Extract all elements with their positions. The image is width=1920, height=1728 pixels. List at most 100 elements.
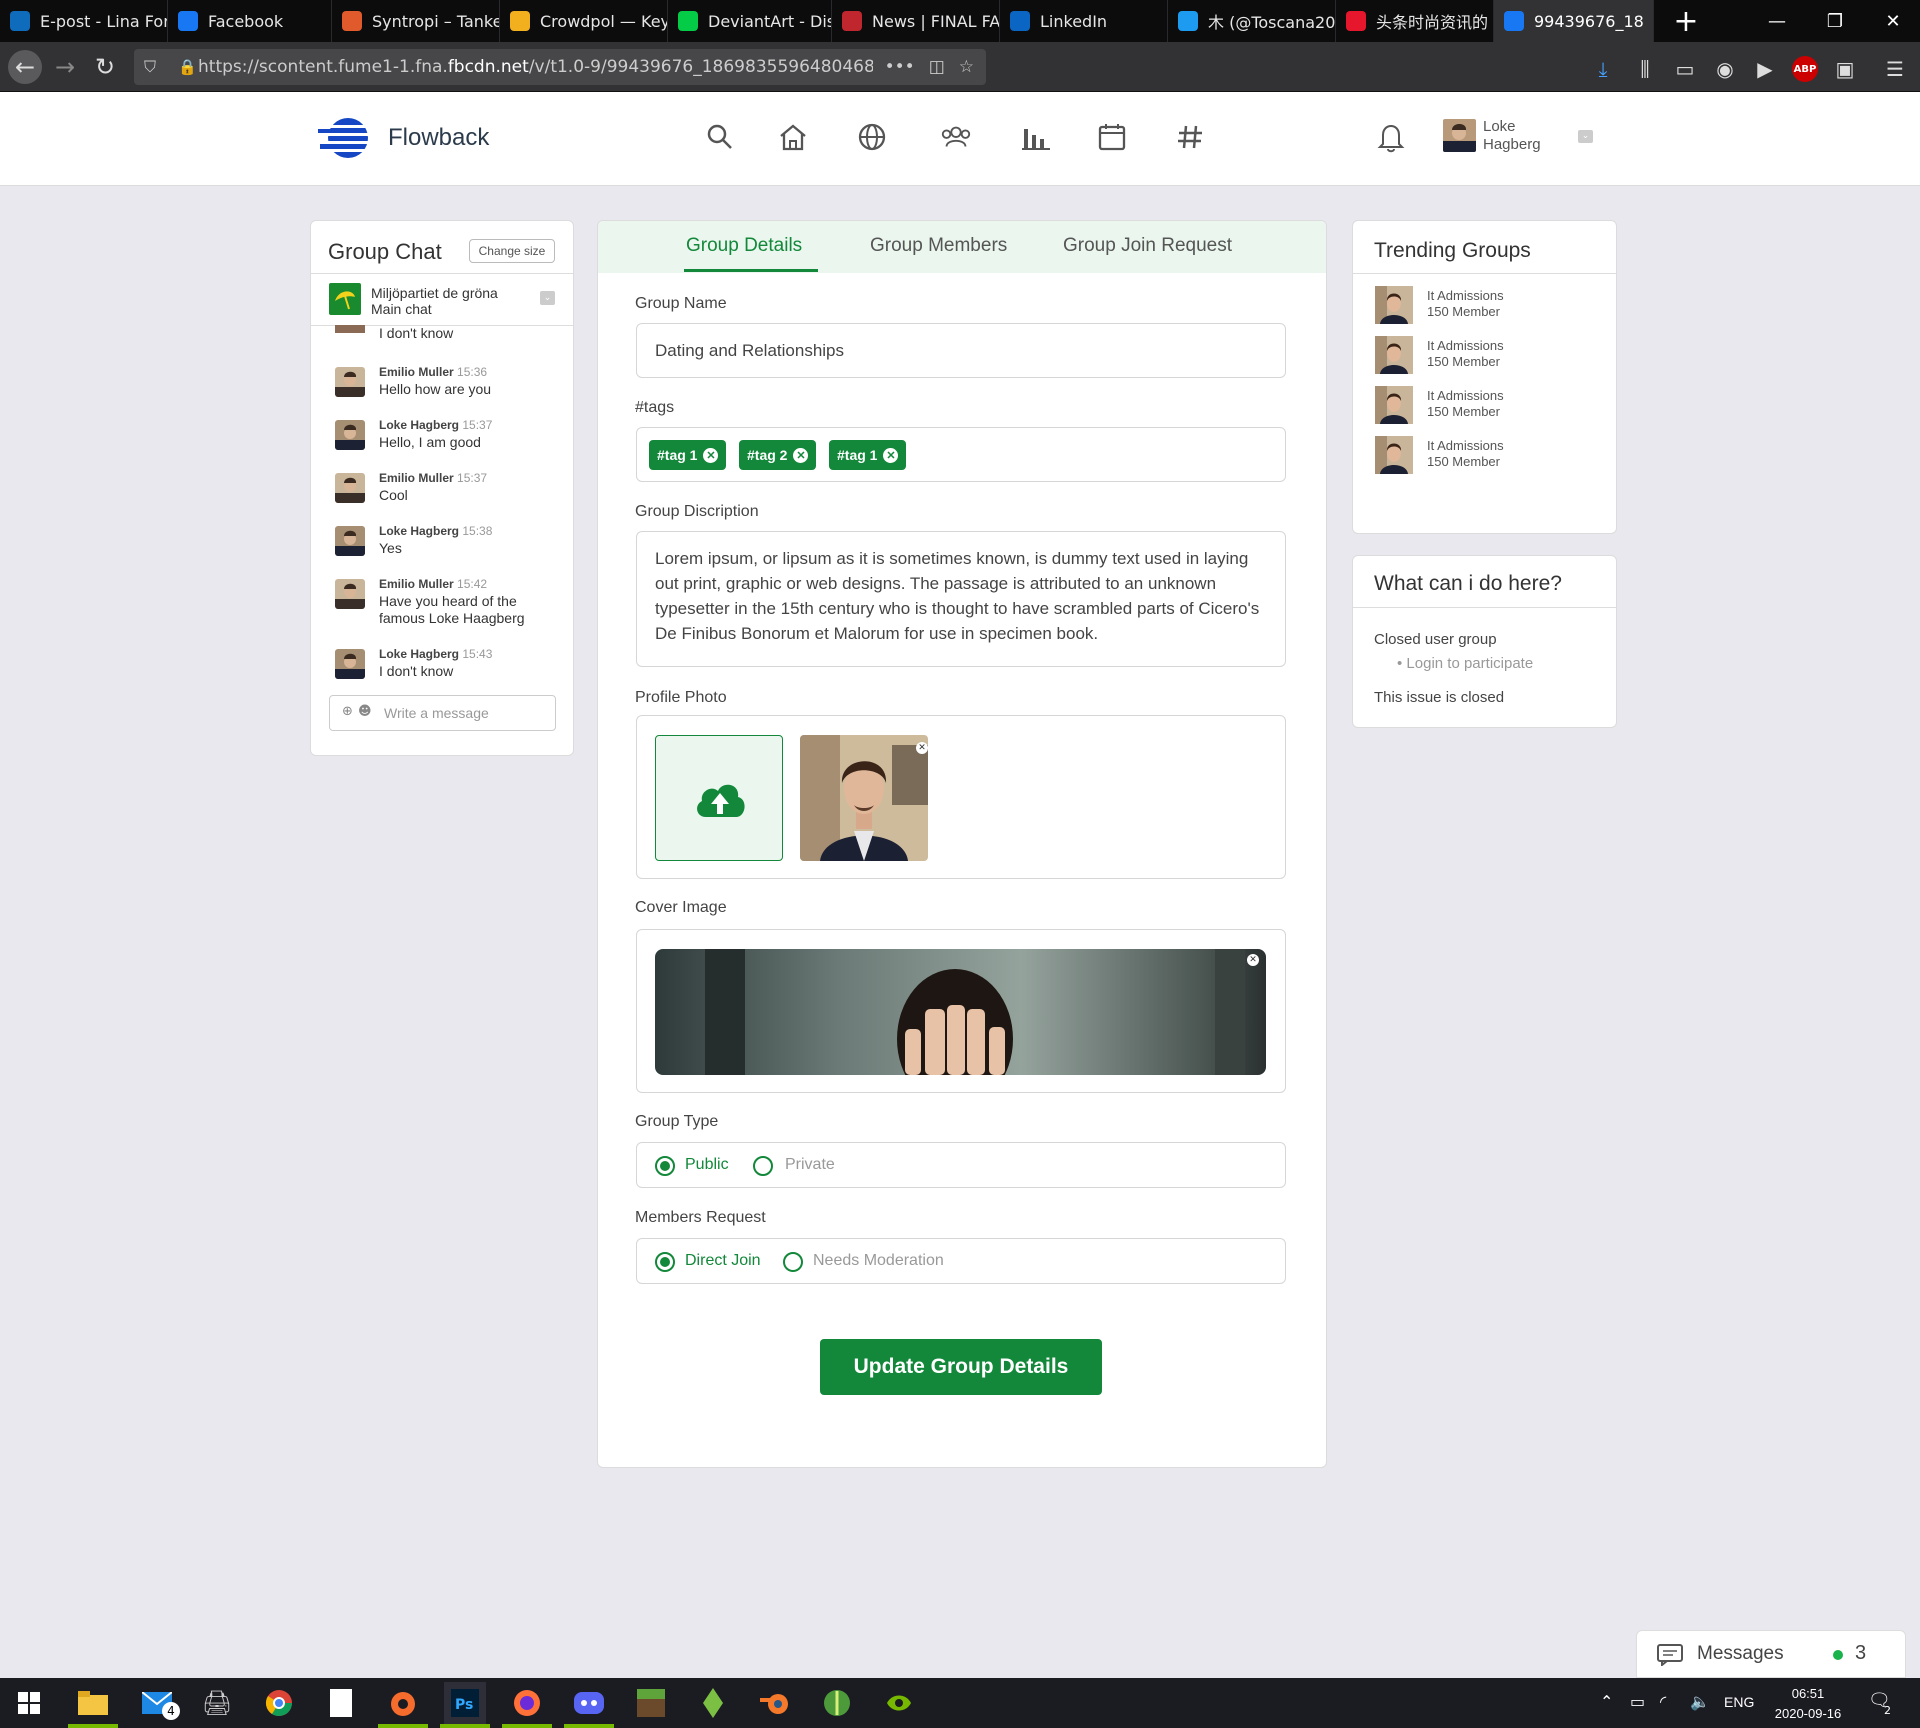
menu-icon[interactable]: ☰ <box>1882 56 1908 82</box>
tag-remove-icon[interactable]: ✕ <box>703 447 719 463</box>
bell-icon[interactable] <box>1374 120 1408 154</box>
remove-photo-icon[interactable]: ✕ <box>916 742 928 754</box>
chat-avatar[interactable] <box>335 367 365 397</box>
file-explorer-icon[interactable] <box>72 1682 114 1724</box>
browser-tab[interactable]: DeviantArt - Disc <box>668 0 832 42</box>
minecraft-icon[interactable] <box>630 1682 672 1724</box>
tab-group-members[interactable]: Group Members <box>870 235 1007 257</box>
origin-icon[interactable] <box>382 1682 424 1724</box>
minimize-button[interactable]: — <box>1754 0 1800 42</box>
video-icon[interactable]: ▶ <box>1752 56 1778 82</box>
chat-group-name[interactable]: Miljöpartiet de gröna <box>371 285 498 301</box>
radio-public[interactable] <box>655 1156 675 1176</box>
tag-remove-icon[interactable]: ✕ <box>883 447 899 463</box>
notepad-icon[interactable] <box>320 1682 362 1724</box>
photoshop-icon[interactable]: Ps <box>444 1682 486 1724</box>
message-input[interactable]: ⊕ ☻ Write a message <box>329 695 556 731</box>
account-icon[interactable]: ◉ <box>1712 56 1738 82</box>
firefox-icon[interactable] <box>506 1682 548 1724</box>
browser-tab[interactable]: LinkedIn <box>1000 0 1168 42</box>
browser-tab[interactable]: 头条时尚资讯的 <box>1336 0 1494 42</box>
user-menu-chevron-icon[interactable]: ⌄ <box>1578 130 1593 143</box>
tag-chip[interactable]: #tag 1 ✕ <box>829 440 907 470</box>
change-size-button[interactable]: Change size <box>469 239 555 263</box>
tab-group-details[interactable]: Group Details <box>686 235 802 257</box>
blender-icon[interactable] <box>754 1682 796 1724</box>
radio-direct-join[interactable] <box>655 1252 675 1272</box>
restore-button[interactable]: ❐ <box>1812 0 1858 42</box>
sidebar-icon[interactable]: ▭ <box>1672 56 1698 82</box>
hashtag-icon[interactable] <box>1173 120 1207 154</box>
reload-icon[interactable]: ↻ <box>88 50 122 84</box>
library-icon[interactable]: ⫼ <box>1632 56 1658 82</box>
tag-remove-icon[interactable]: ✕ <box>793 447 809 463</box>
discord-icon[interactable] <box>568 1682 610 1724</box>
description-textarea[interactable]: Lorem ipsum, or lipsum as it is sometime… <box>636 531 1286 667</box>
browser-tab[interactable]: News | FINAL FA <box>832 0 1000 42</box>
url-bar[interactable]: ⛉ 🔒 https://scontent.fume1-1.fna.fbcdn.n… <box>134 49 986 85</box>
reader-icon[interactable]: ▣ <box>1832 56 1858 82</box>
user-avatar[interactable] <box>1443 119 1476 152</box>
trending-group-item[interactable]: It Admissions 150 Member <box>1375 286 1595 324</box>
browser-tab[interactable]: Syntropi – Tanke <box>332 0 500 42</box>
calendar-icon[interactable] <box>1095 120 1129 154</box>
chat-avatar[interactable] <box>335 649 365 679</box>
chat-avatar[interactable] <box>335 473 365 503</box>
battery-icon[interactable]: ▭ <box>1630 1692 1645 1711</box>
lock-icon[interactable]: 🔒 <box>178 58 197 76</box>
home-icon[interactable] <box>776 120 810 154</box>
pocket-icon[interactable]: ◫ <box>929 57 945 77</box>
trending-group-item[interactable]: It Admissions 150 Member <box>1375 386 1595 424</box>
login-to-participate-link[interactable]: • Login to participate <box>1397 655 1533 672</box>
browser-tab[interactable]: Crowdpol — Key <box>500 0 668 42</box>
attach-icon[interactable]: ⊕ <box>342 704 353 719</box>
bookmark-star-icon[interactable]: ☆ <box>959 57 974 77</box>
language-indicator[interactable]: ENG <box>1724 1694 1754 1710</box>
remove-cover-icon[interactable]: ✕ <box>1247 954 1259 966</box>
radio-needs-moderation-label[interactable]: Needs Moderation <box>813 1252 944 1270</box>
spore-icon[interactable] <box>816 1682 858 1724</box>
tag-chip[interactable]: #tag 2 ✕ <box>739 440 817 470</box>
upload-button[interactable] <box>655 735 783 861</box>
emoji-icon[interactable]: ☻ <box>358 704 372 719</box>
radio-private-label[interactable]: Private <box>785 1156 835 1174</box>
chat-avatar[interactable] <box>335 579 365 609</box>
window-close-button[interactable]: ✕ <box>1870 0 1916 42</box>
groups-icon[interactable] <box>939 120 973 154</box>
chrome-icon[interactable] <box>258 1682 300 1724</box>
nvidia-icon[interactable] <box>878 1682 920 1724</box>
radio-needs-moderation[interactable] <box>783 1252 803 1272</box>
chart-icon[interactable] <box>1019 120 1053 154</box>
tray-chevron-icon[interactable]: ⌃ <box>1600 1692 1613 1711</box>
trending-group-item[interactable]: It Admissions 150 Member <box>1375 436 1595 474</box>
printer-icon[interactable]: 🖨 <box>196 1682 238 1724</box>
browser-tab[interactable]: 99439676_18✕ <box>1494 0 1654 42</box>
forward-icon[interactable]: → <box>48 50 82 84</box>
new-tab-button[interactable]: + <box>1666 0 1706 42</box>
back-icon[interactable]: ← <box>8 50 42 84</box>
more-icon[interactable]: ••• <box>885 57 915 77</box>
clock[interactable]: 06:51 2020-09-16 <box>1770 1684 1846 1724</box>
tab-group-join-request[interactable]: Group Join Request <box>1063 235 1232 257</box>
chat-avatar[interactable] <box>335 420 365 450</box>
adblock-icon[interactable]: ABP <box>1792 56 1818 82</box>
chat-group-chevron-icon[interactable]: ⌄ <box>540 291 555 305</box>
radio-private[interactable] <box>753 1156 773 1176</box>
windows-start-icon[interactable] <box>8 1682 50 1724</box>
search-icon[interactable] <box>703 120 737 154</box>
chat-avatar[interactable] <box>335 526 365 556</box>
volume-icon[interactable]: 🔈 <box>1690 1692 1710 1711</box>
sims-icon[interactable] <box>692 1682 734 1724</box>
app-logo[interactable]: Flowback <box>318 116 489 160</box>
browser-tab[interactable]: E-post - Lina For <box>0 0 168 42</box>
user-name[interactable]: Loke Hagberg <box>1483 118 1541 154</box>
update-group-details-button[interactable]: Update Group Details <box>820 1339 1102 1395</box>
wifi-icon[interactable]: ◜ <box>1660 1692 1666 1711</box>
shield-icon[interactable]: ⛉ <box>144 57 156 77</box>
tags-input[interactable]: #tag 1 ✕ #tag 2 ✕ #tag 1 ✕ <box>636 427 1286 482</box>
browser-tab[interactable]: 木 (@Toscana20 <box>1168 0 1336 42</box>
group-name-input[interactable]: Dating and Relationships <box>636 323 1286 378</box>
radio-public-label[interactable]: Public <box>685 1156 729 1174</box>
download-icon[interactable]: ⤓ <box>1590 56 1616 82</box>
messages-widget[interactable]: Messages 3 <box>1636 1630 1906 1678</box>
